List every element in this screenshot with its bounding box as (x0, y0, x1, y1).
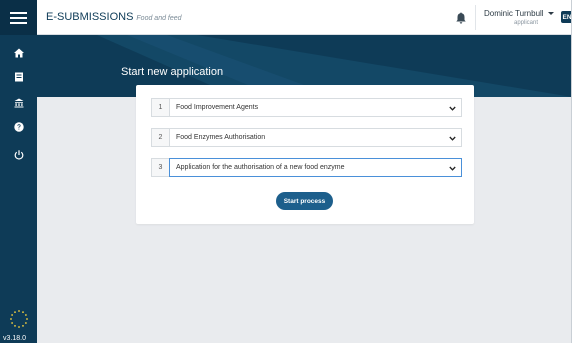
app-brand[interactable]: E-SUBMISSIONS Food and feed (46, 11, 182, 23)
sidebar: v3.18.0 (0, 0, 37, 343)
building-icon[interactable] (0, 94, 37, 112)
chevron-down-icon[interactable] (548, 12, 554, 15)
step-1-row: 1 Food Improvement Agents (151, 98, 462, 117)
user-menu[interactable]: Dominic Turnbull (484, 9, 544, 18)
page-title: Start new application (121, 66, 224, 78)
header-divider (475, 5, 476, 30)
user-role: applicant (514, 20, 539, 26)
brand-section: Food and feed (136, 15, 182, 22)
procedure-select[interactable]: Food Enzymes Authorisation (169, 128, 462, 147)
application-type-select[interactable]: Application for the authorisation of a n… (169, 158, 462, 177)
hamburger-menu-icon[interactable] (0, 0, 37, 35)
step-number: 3 (151, 158, 169, 177)
eu-stars-icon (10, 310, 28, 328)
top-header: E-SUBMISSIONS Food and feed Dominic Turnb… (37, 0, 572, 35)
chevron-down-icon (449, 165, 456, 172)
chevron-down-icon (449, 105, 456, 112)
power-icon[interactable] (0, 146, 37, 164)
step-number: 1 (151, 98, 169, 117)
step-2-row: 2 Food Enzymes Authorisation (151, 128, 462, 147)
start-process-button[interactable]: Start process (276, 192, 333, 210)
brand-title: E-SUBMISSIONS (46, 11, 134, 23)
select-value: Food Enzymes Authorisation (176, 134, 266, 141)
home-icon[interactable] (0, 44, 37, 62)
version-label: v3.18.0 (3, 335, 26, 342)
notifications-bell-icon[interactable] (456, 11, 466, 24)
document-icon[interactable] (0, 68, 37, 86)
step-3-row: 3 Application for the authorisation of a… (151, 158, 462, 177)
domain-select[interactable]: Food Improvement Agents (169, 98, 462, 117)
application-form-card: 1 Food Improvement Agents 2 Food Enzymes… (136, 85, 474, 224)
select-value: Application for the authorisation of a n… (176, 164, 345, 171)
step-number: 2 (151, 128, 169, 147)
help-icon[interactable] (0, 118, 37, 136)
select-value: Food Improvement Agents (176, 104, 259, 111)
chevron-down-icon (449, 135, 456, 142)
